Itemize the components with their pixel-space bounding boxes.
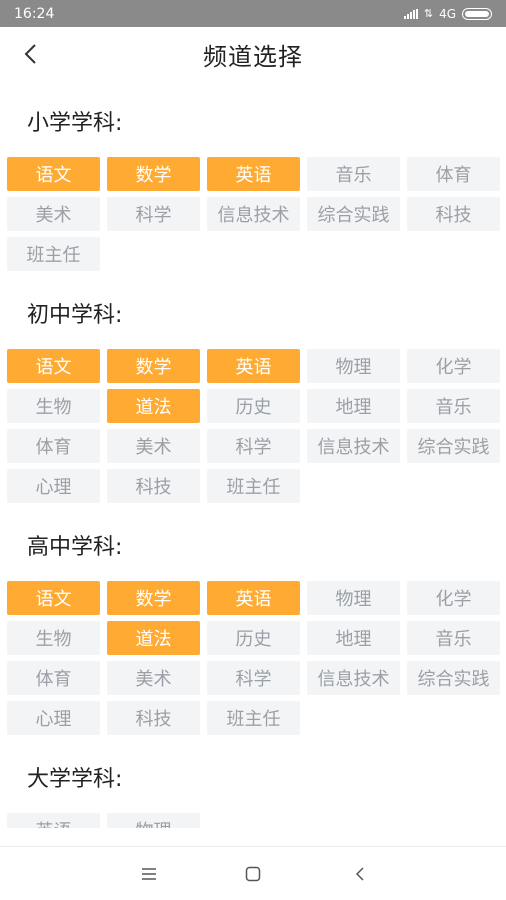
signal-icon (403, 8, 418, 19)
subject-tag[interactable]: 道法 (107, 389, 200, 423)
triangle-back-icon (355, 867, 364, 881)
nav-back-button[interactable] (345, 861, 375, 887)
subject-tag[interactable]: 信息技术 (307, 661, 400, 695)
subject-tag[interactable]: 体育 (407, 157, 500, 191)
channel-list[interactable]: 小学学科: 语文 数学 英语 音乐 体育 美术 科学 信息技术 综合实践 科技 班主任 初中学科: … (0, 83, 506, 828)
status-bar: 16:24 ⇅ 4G (0, 0, 506, 27)
subject-tag[interactable]: 语文 (7, 349, 100, 383)
subject-tag[interactable]: 信息技术 (307, 429, 400, 463)
subject-tag[interactable]: 化学 (407, 581, 500, 615)
subject-tag[interactable]: 地理 (307, 389, 400, 423)
subject-tag[interactable]: 综合实践 (307, 197, 400, 231)
section-title-senior: 高中学科: (27, 535, 123, 560)
menu-icon (142, 868, 156, 880)
network-type: 4G (439, 6, 456, 21)
square-home-icon (245, 866, 261, 882)
subject-grid-university: 英语物理 (7, 813, 501, 828)
status-icons: ⇅ 4G (403, 6, 492, 21)
subject-tag[interactable]: 科学 (207, 661, 300, 695)
subject-tag[interactable]: 生物 (7, 389, 100, 423)
subject-tag[interactable]: 班主任 (7, 237, 100, 271)
header: 频道选择 (0, 27, 506, 83)
subject-tag[interactable]: 数学 (107, 157, 200, 191)
subject-tag[interactable]: 科学 (207, 429, 300, 463)
subject-tag[interactable]: 物理 (107, 813, 200, 828)
battery-icon (462, 7, 492, 20)
subject-tag[interactable]: 科技 (107, 701, 200, 735)
subject-tag[interactable]: 音乐 (407, 389, 500, 423)
subject-tag[interactable]: 数学 (107, 581, 200, 615)
subject-tag[interactable]: 道法 (107, 621, 200, 655)
nav-home-button[interactable] (238, 861, 268, 887)
subject-tag[interactable]: 心理 (7, 701, 100, 735)
subject-tag[interactable]: 综合实践 (407, 661, 500, 695)
subject-tag[interactable]: 科技 (407, 197, 500, 231)
subject-tag[interactable]: 物理 (307, 581, 400, 615)
subject-tag[interactable]: 心理 (7, 469, 100, 503)
section-title-junior: 初中学科: (27, 303, 123, 328)
subject-tag[interactable]: 班主任 (207, 469, 300, 503)
subject-grid-junior: 语文 数学 英语 物理 化学生物 道法 历史 地理 音乐体育 美术 科学 信息技术 综合实践心理 科技 班主… (7, 349, 501, 503)
subject-tag[interactable]: 综合实践 (407, 429, 500, 463)
subject-tag[interactable]: 化学 (407, 349, 500, 383)
nav-menu-button[interactable] (134, 861, 164, 887)
subject-tag[interactable]: 美术 (107, 661, 200, 695)
data-arrows-icon: ⇅ (423, 7, 434, 20)
subject-tag[interactable]: 英语 (207, 581, 300, 615)
subject-tag[interactable]: 物理 (307, 349, 400, 383)
subject-tag[interactable]: 历史 (207, 621, 300, 655)
subject-tag[interactable]: 体育 (7, 429, 100, 463)
subject-tag[interactable]: 地理 (307, 621, 400, 655)
subject-tag[interactable]: 美术 (7, 197, 100, 231)
subject-tag[interactable]: 英语 (207, 157, 300, 191)
subject-tag[interactable]: 历史 (207, 389, 300, 423)
subject-tag[interactable]: 英语 (207, 349, 300, 383)
subject-tag[interactable]: 美术 (107, 429, 200, 463)
subject-tag[interactable]: 科技 (107, 469, 200, 503)
subject-tag[interactable]: 生物 (7, 621, 100, 655)
subject-tag[interactable]: 班主任 (207, 701, 300, 735)
subject-tag[interactable]: 体育 (7, 661, 100, 695)
subject-tag[interactable]: 音乐 (307, 157, 400, 191)
subject-tag[interactable]: 信息技术 (207, 197, 300, 231)
system-nav-bar (0, 846, 506, 900)
section-title-primary: 小学学科: (27, 111, 123, 136)
subject-tag[interactable]: 数学 (107, 349, 200, 383)
subject-tag[interactable]: 音乐 (407, 621, 500, 655)
page-title: 频道选择 (203, 43, 303, 71)
subject-tag[interactable]: 语文 (7, 581, 100, 615)
status-time: 16:24 (14, 5, 55, 22)
subject-grid-primary: 语文 数学 英语 音乐 体育美术 科学 信息技术 综合实践 科技班主任 (7, 157, 501, 271)
subject-grid-senior: 语文 数学 英语 物理 化学生物 道法 历史 地理 音乐体育 美术 科学 信息技术 综合实践心理 科技 班主… (7, 581, 501, 735)
subject-tag[interactable]: 语文 (7, 157, 100, 191)
section-title-university: 大学学科: (27, 767, 123, 792)
subject-tag[interactable]: 英语 (7, 813, 100, 828)
subject-tag[interactable]: 科学 (107, 197, 200, 231)
